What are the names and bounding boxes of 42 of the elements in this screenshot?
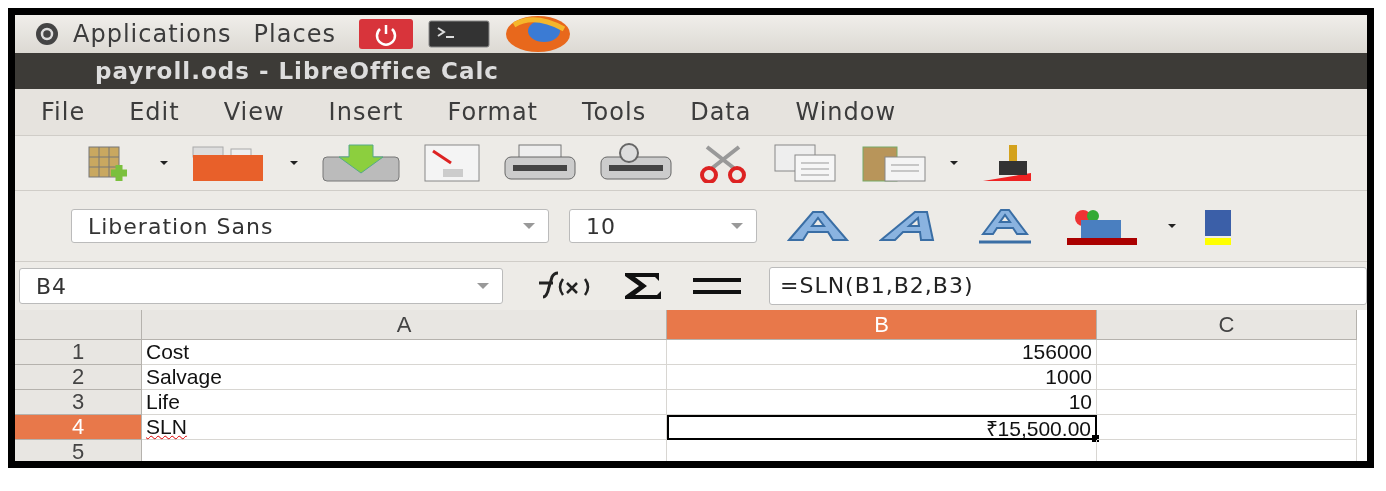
menu-item[interactable]: Format	[447, 98, 539, 126]
table-cell: SLN	[142, 415, 667, 440]
table-cell: 10	[667, 390, 1097, 415]
table-cell: Life	[142, 390, 667, 415]
menu-item[interactable]: View	[223, 98, 285, 126]
menu-item[interactable]: File	[41, 98, 86, 126]
menu-item[interactable]: Insert	[328, 98, 404, 126]
window-title: payroll.ods - LibreOffice Calc	[15, 53, 1367, 89]
table-cell: Salvage	[142, 365, 667, 390]
power-icon[interactable]	[357, 18, 414, 50]
caret-icon[interactable]	[1167, 223, 1177, 229]
terminal-icon[interactable]	[427, 20, 490, 48]
paste-icon[interactable]	[861, 143, 927, 183]
caret-icon[interactable]	[289, 160, 299, 166]
menu-item[interactable]: Edit	[129, 98, 180, 126]
equals-icon[interactable]	[691, 276, 743, 296]
row-header[interactable]: 2	[15, 365, 142, 390]
table-cell: Cost	[142, 340, 667, 365]
row-header[interactable]: 5	[15, 440, 142, 461]
panel-menu[interactable]: Applications	[73, 20, 232, 48]
formula-input[interactable]: =SLN(B1,B2,B3)	[769, 267, 1367, 305]
font-name-field[interactable]: Liberation Sans	[71, 209, 549, 243]
column-header[interactable]: C	[1097, 310, 1357, 340]
download-tray-icon[interactable]	[321, 143, 401, 183]
table-cell: 156000	[667, 340, 1097, 365]
name-box[interactable]: B4	[19, 268, 503, 304]
menu-item[interactable]: Window	[795, 98, 897, 126]
column-header[interactable]: A	[142, 310, 667, 340]
menu-item[interactable]: Tools	[582, 98, 647, 126]
pdf-document-icon[interactable]	[423, 143, 481, 183]
row-header[interactable]: 3	[15, 390, 142, 415]
row-header[interactable]: 1	[15, 340, 142, 365]
printer-preview-icon[interactable]	[599, 143, 673, 183]
caret-icon[interactable]	[159, 160, 169, 166]
caret-icon[interactable]	[949, 160, 959, 166]
font-size-field[interactable]: 10	[569, 209, 757, 243]
printer-icon[interactable]	[503, 143, 577, 183]
table-cell: ₹15,500.00	[667, 415, 1097, 440]
table-cell: 1000	[667, 365, 1097, 390]
panel-menu[interactable]: Places	[253, 20, 336, 48]
menu-item[interactable]: Data	[690, 98, 752, 126]
fill-handle[interactable]	[1092, 435, 1099, 442]
